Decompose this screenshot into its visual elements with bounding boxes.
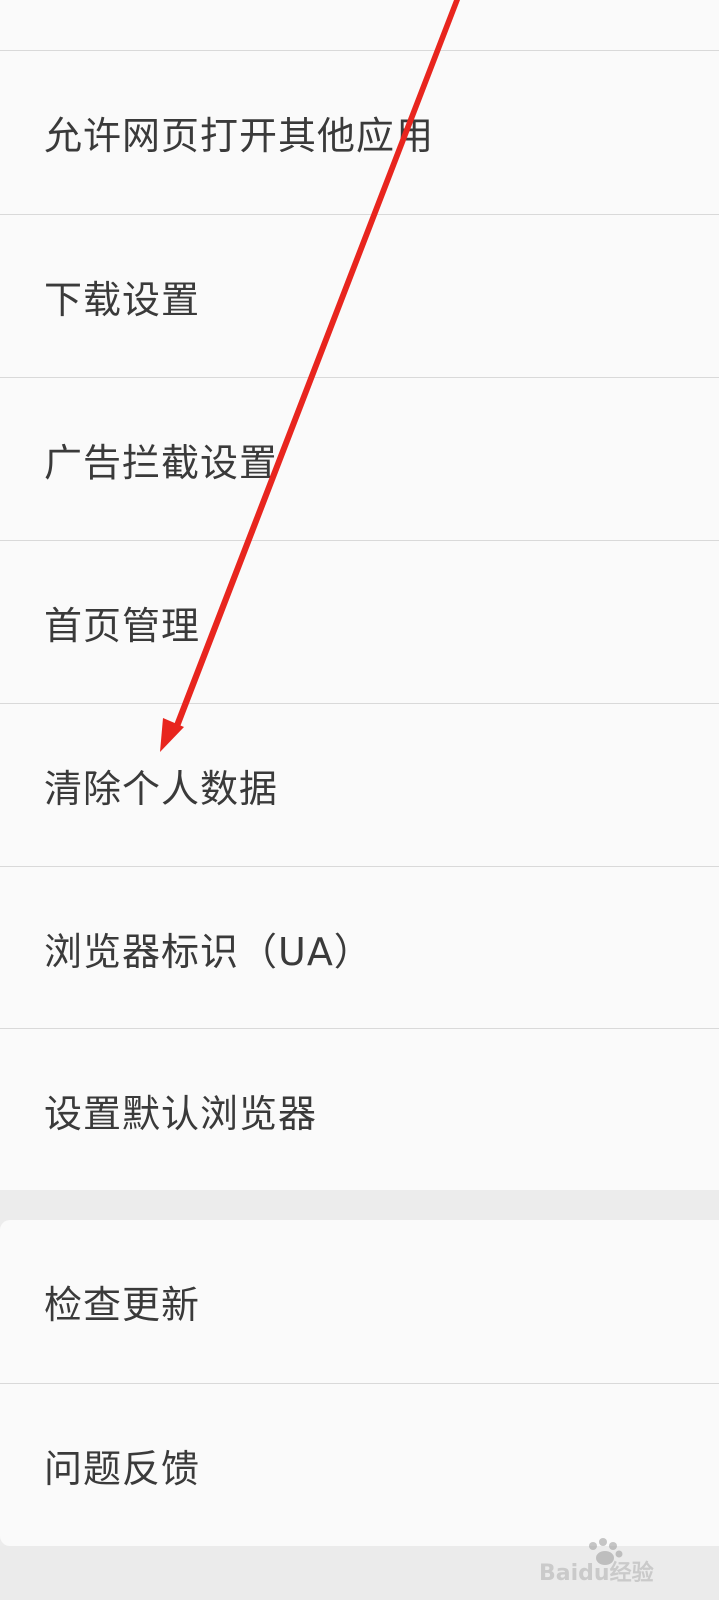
settings-item-label: 问题反馈 [44,1447,201,1491]
settings-group-secondary: 检查更新 问题反馈 [0,1220,719,1546]
settings-item-label: 广告拦截设置 [44,441,279,485]
settings-item-ad-block[interactable]: 广告拦截设置 [0,378,719,541]
settings-item-label: 设置默认浏览器 [44,1092,318,1136]
settings-item-check-update[interactable]: 检查更新 [0,1220,719,1383]
settings-item-label: 首页管理 [44,604,201,648]
settings-item-default-browser[interactable]: 设置默认浏览器 [0,1029,719,1192]
settings-item-user-agent[interactable]: 浏览器标识（UA） [0,867,719,1030]
settings-item-label: 检查更新 [44,1283,201,1327]
settings-item-label: 清除个人数据 [44,767,279,811]
settings-item-label: 下载设置 [44,278,201,322]
settings-item-label: 浏览器标识（UA） [44,930,373,974]
settings-item-clear-data[interactable]: 清除个人数据 [0,704,719,867]
settings-item-feedback[interactable]: 问题反馈 [0,1384,719,1547]
settings-item-allow-open-apps[interactable]: 允许网页打开其他应用 [0,51,719,214]
bottom-background [0,1546,719,1600]
settings-item-download[interactable]: 下载设置 [0,215,719,378]
settings-item-label: 允许网页打开其他应用 [44,114,435,158]
settings-group-main: 允许网页打开其他应用 下载设置 广告拦截设置 首页管理 清除个人数据 浏览器标识… [0,0,719,1190]
settings-item-homepage[interactable]: 首页管理 [0,541,719,704]
